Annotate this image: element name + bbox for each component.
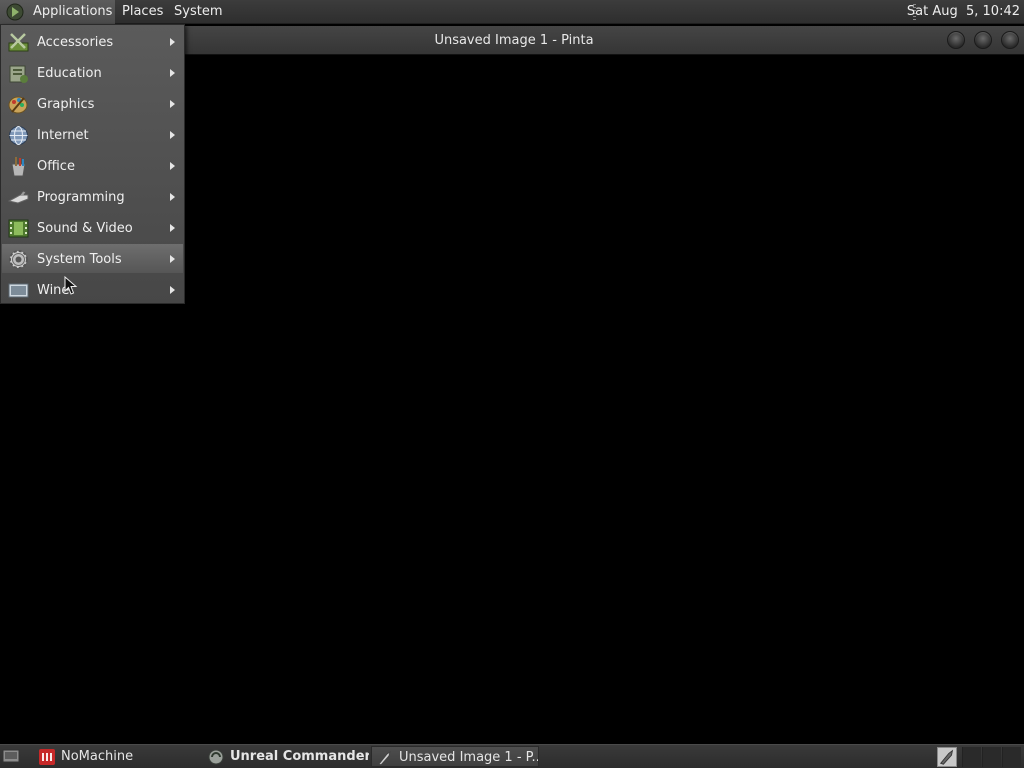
internet-icon [9,126,28,145]
submenu-arrow-icon [170,162,175,170]
submenu-arrow-icon [170,255,175,263]
distro-logo-icon [6,3,24,21]
menu-item-accessories[interactable]: Accessories [2,27,183,56]
workspace-3[interactable] [1002,747,1021,767]
submenu-arrow-icon [170,286,175,294]
applications-menu[interactable]: Applications [0,0,115,24]
workspace-switcher[interactable] [962,747,1022,767]
graphics-icon [8,96,28,114]
menu-item-programming[interactable]: Programming [2,182,183,211]
mouse-cursor-icon [64,276,78,295]
submenu-arrow-icon [170,193,175,201]
menu-item-internet[interactable]: Internet [2,120,183,149]
menu-item-label: Accessories [37,35,114,50]
places-menu[interactable]: Places [122,0,163,24]
workspace-1[interactable] [962,747,981,767]
menu-item-label: Graphics [37,97,95,112]
system-tools-icon [9,250,28,269]
submenu-arrow-icon [170,131,175,139]
menu-item-education[interactable]: Education [2,58,183,87]
wine-icon [8,283,29,298]
close-button[interactable] [1001,31,1019,49]
pinta-tray-icon[interactable] [937,747,957,767]
submenu-arrow-icon [170,38,175,46]
show-desktop-icon[interactable] [2,748,20,764]
bottom-panel: NoMachine Unreal Commander... Unsaved Im… [0,744,1024,768]
submenu-arrow-icon [170,69,175,77]
menu-item-label: System Tools [37,252,122,267]
taskbar-item-nomachine[interactable]: NoMachine [34,746,200,767]
taskbar-item-label: Unreal Commander... [230,749,369,764]
menu-item-label: Office [37,159,75,174]
menu-item-label: Sound & Video [37,221,133,236]
menu-item-label: Education [37,66,102,81]
menu-item-label: Internet [37,128,89,143]
applications-menu-label: Applications [33,4,113,19]
menu-item-wine[interactable]: Wine [2,275,183,304]
maximize-button[interactable] [974,31,992,49]
nomachine-icon [39,749,55,765]
office-icon [11,157,26,177]
taskbar-item-label: Unsaved Image 1 - P... [399,750,539,765]
menu-item-graphics[interactable]: Graphics [2,89,183,118]
taskbar-item-pinta[interactable]: Unsaved Image 1 - P... [371,746,539,767]
unreal-commander-icon [208,749,224,765]
sound-video-icon [8,219,29,238]
workspace-2[interactable] [982,747,1001,767]
system-menu[interactable]: System [174,0,222,24]
taskbar-item-label: NoMachine [61,749,134,764]
accessories-icon [8,33,29,52]
menu-item-system-tools[interactable]: System Tools [2,244,183,273]
menu-item-office[interactable]: Office [2,151,183,180]
pinta-icon [378,750,391,766]
menu-item-sound-video[interactable]: Sound & Video [2,213,183,242]
taskbar-item-unreal-commander[interactable]: Unreal Commander... [203,746,369,767]
submenu-arrow-icon [170,100,175,108]
minimize-button[interactable] [947,31,965,49]
education-icon [9,65,28,83]
programming-icon [8,190,29,204]
top-panel: Applications Places System Sat Aug 5, 10… [0,0,1024,24]
submenu-arrow-icon [170,224,175,232]
menu-item-label: Programming [37,190,125,205]
applications-dropdown: Accessories Education Graphics Internet [0,24,185,304]
clock[interactable]: Sat Aug 5, 10:42 [907,0,1020,24]
